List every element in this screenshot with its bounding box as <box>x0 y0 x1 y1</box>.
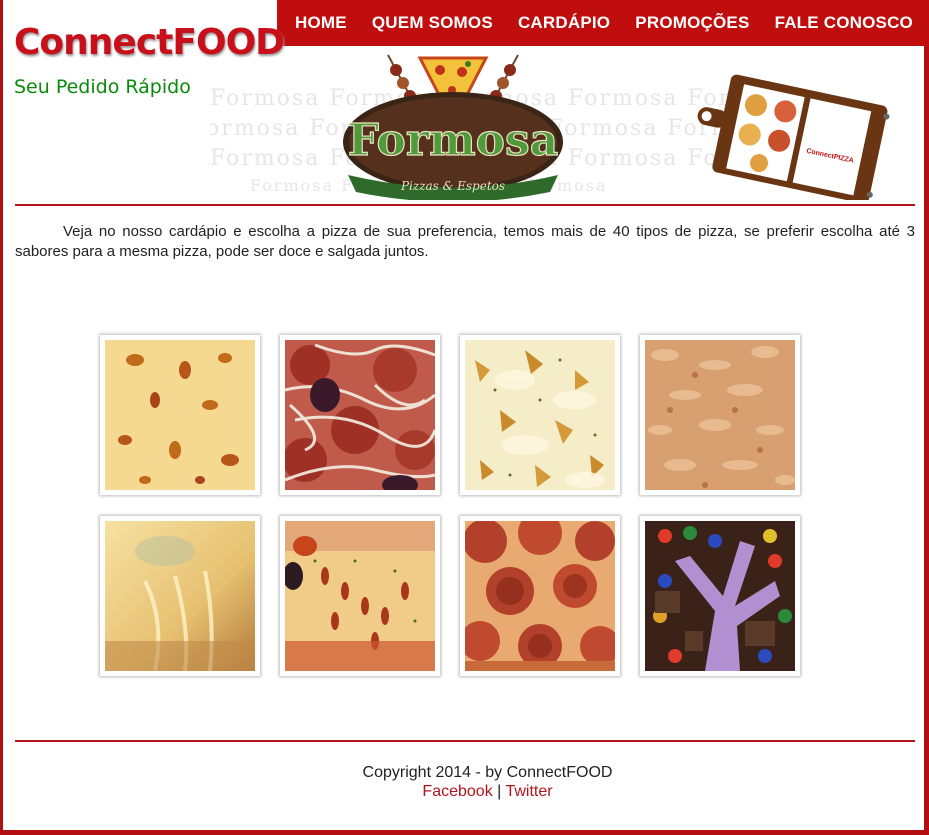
nav-fale-conosco[interactable]: FALE CONOSCO <box>775 13 913 33</box>
menu-board-image: ConnectPIZZA <box>697 74 890 200</box>
pizza-pepperoni-olive-photo[interactable] <box>280 335 440 495</box>
pizza-olive-oregano-photo[interactable] <box>280 516 440 676</box>
header-banner: Formosa Formosa Formosa Formosa Formosa … <box>210 50 915 200</box>
main-nav: HOME QUEM SOMOS CARDÁPIO PROMOÇÕES FALE … <box>277 0 929 46</box>
footer: Copyright 2014 - by ConnectFOOD Facebook… <box>15 763 929 801</box>
twitter-link[interactable]: Twitter <box>505 783 552 800</box>
header-divider <box>15 204 915 206</box>
footer-separator: | <box>497 783 502 800</box>
svg-text:Pizzas & Espetos: Pizzas & Espetos <box>400 179 505 193</box>
svg-text:Formosa: Formosa <box>348 115 559 166</box>
footer-divider <box>15 740 915 742</box>
nav-quem-somos[interactable]: QUEM SOMOS <box>372 13 493 33</box>
formosa-logo: Formosa Pizzas & Espetos <box>343 54 563 200</box>
pizza-four-cheese-photo[interactable] <box>100 516 260 676</box>
nav-promocoes[interactable]: PROMOÇÕES <box>635 13 749 33</box>
intro-text: Veja no nosso cardápio e escolha a pizza… <box>15 223 915 260</box>
nav-cardapio[interactable]: CARDÁPIO <box>518 13 610 33</box>
pizza-chocolate-photo[interactable] <box>640 516 800 676</box>
pizza-tuna-photo[interactable] <box>640 335 800 495</box>
nav-home[interactable]: HOME <box>295 13 347 33</box>
pizza-pepperoni-photo[interactable] <box>460 516 620 676</box>
pizza-gallery <box>100 335 800 676</box>
pizza-chicken-cheese-photo[interactable] <box>460 335 620 495</box>
site-tagline: Seu Pedido Rápido <box>14 76 191 98</box>
copyright-text: Copyright 2014 - by ConnectFOOD <box>362 764 613 781</box>
pizza-cheese-photo[interactable] <box>100 335 260 495</box>
facebook-link[interactable]: Facebook <box>422 783 492 800</box>
